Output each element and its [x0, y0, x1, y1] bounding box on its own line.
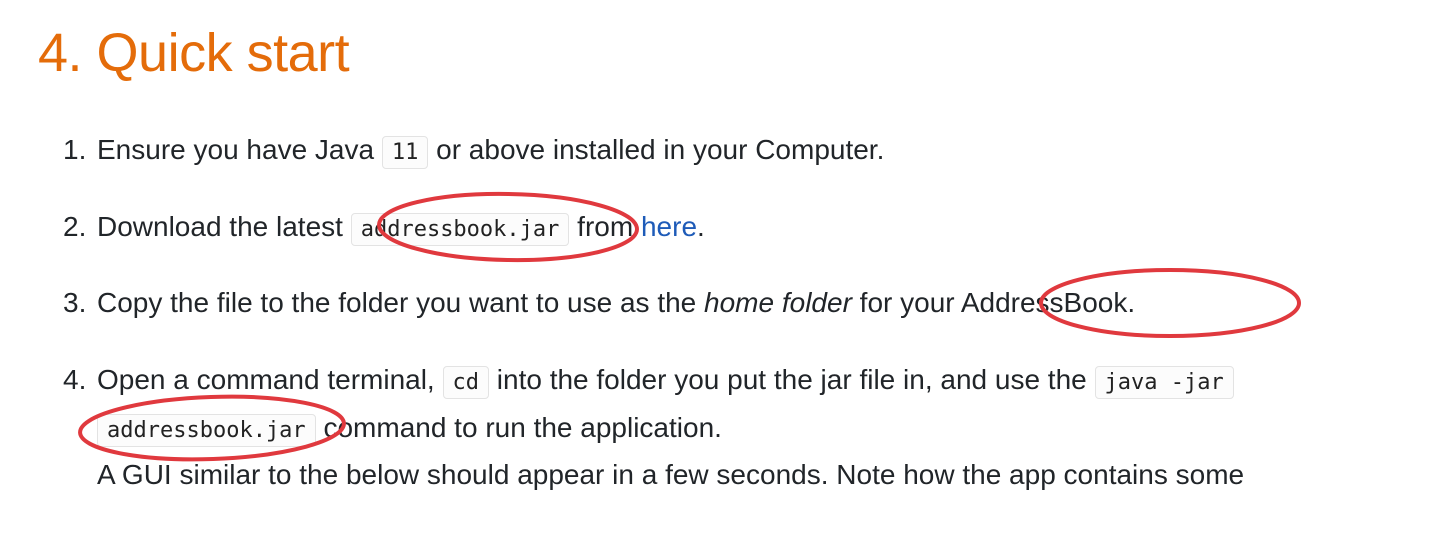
- inline-code: addressbook.jar: [97, 414, 316, 447]
- section-heading: 4. Quick start: [38, 23, 350, 83]
- emphasis-text: home folder: [704, 287, 852, 318]
- step-text: A GUI similar to the below should appear…: [97, 459, 1245, 490]
- step-text: or above installed in your Computer.: [428, 134, 885, 165]
- step-number: 3.: [63, 287, 87, 318]
- here-link[interactable]: here: [641, 211, 697, 242]
- step-text: from: [569, 211, 641, 242]
- step-text: Open a command terminal,: [97, 364, 443, 395]
- step-1: 1. Ensure you have Java 11 or above insta…: [63, 133, 884, 170]
- inline-code: addressbook.jar: [350, 213, 570, 246]
- step-text: into the folder you put the jar file in,…: [489, 364, 1095, 395]
- step-text: .: [697, 211, 705, 242]
- inline-code: 11: [381, 136, 429, 169]
- step-number: 2.: [63, 211, 87, 242]
- inline-code: cd: [442, 366, 489, 399]
- step-text: Copy the file to the folder you want to …: [97, 287, 705, 318]
- step-text: Download the latest: [97, 211, 351, 242]
- step-text: command to run the application.: [315, 412, 722, 443]
- step-4-note: A GUI similar to the below should appear…: [97, 458, 1244, 492]
- step-4: 4. Open a command terminal, cd into the f…: [63, 363, 1234, 400]
- step-3: 3. Copy the file to the folder you want t…: [63, 286, 1135, 320]
- inline-code: java -jar: [1094, 366, 1234, 399]
- step-number: 4.: [63, 364, 87, 395]
- step-2: 2. Download the latest addressbook.jar fr…: [63, 210, 705, 247]
- step-text: for your AddressBook.: [851, 287, 1136, 318]
- step-4-continued: addressbook.jar command to run the appli…: [97, 411, 722, 448]
- step-text: Ensure you have Java: [97, 134, 382, 165]
- step-number: 1.: [63, 134, 87, 165]
